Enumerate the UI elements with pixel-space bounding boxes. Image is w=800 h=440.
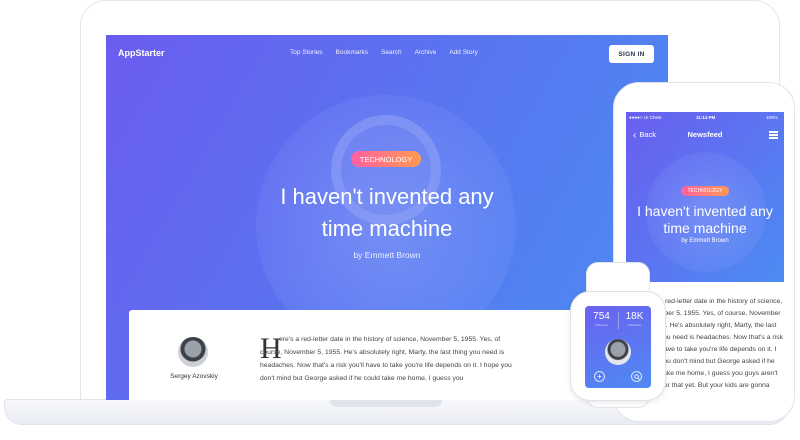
watch-stat-value: 18K (625, 311, 644, 322)
nav-links: Top Stories Bookmarks Search Archive Add… (290, 49, 478, 56)
nav-search[interactable]: Search (381, 49, 402, 56)
device-mockup-stage: AppStarter Top Stories Bookmarks Search … (0, 0, 800, 440)
battery-status: 100% (766, 115, 778, 120)
phone-category-badge[interactable]: TECHNOLOGY (681, 186, 729, 196)
phone-byline: by Emmett Brown (681, 238, 729, 244)
top-nav: AppStarter Top Stories Bookmarks Search … (106, 35, 668, 73)
category-badge[interactable]: TECHNOLOGY (351, 151, 421, 167)
phone-hero-title: I haven't invented any time machine (637, 203, 773, 236)
add-button[interactable]: + (594, 371, 605, 382)
hero-byline: by Emmett Brown (353, 250, 421, 260)
sign-in-button[interactable]: SIGN IN (609, 45, 654, 63)
list-menu-icon[interactable] (769, 131, 778, 139)
search-button[interactable] (631, 371, 642, 382)
hero-title: I haven't invented any time machine (280, 184, 494, 241)
back-label: Back (639, 130, 657, 139)
nav-bookmarks[interactable]: Bookmarks (336, 49, 369, 56)
search-icon (633, 373, 640, 380)
watch-stat-label: Followers (595, 323, 608, 327)
avatar[interactable] (605, 339, 631, 365)
article-body: ere's a red-letter date in the history o… (260, 336, 512, 382)
watch-stat-value: 754 (593, 311, 610, 322)
avatar[interactable] (178, 337, 208, 367)
watch-stat-right: 18K Followers (618, 311, 651, 327)
back-button[interactable]: ‹ Back (633, 130, 656, 141)
laptop-notch (330, 400, 442, 407)
watch-stat-left: 754 Followers (585, 311, 618, 327)
status-bar: ●●●●○ UI Chest 11:14 PM 100% (626, 112, 784, 122)
watch-screen: 754 Followers 18K Followers + (585, 306, 651, 388)
nav-archive[interactable]: Archive (415, 49, 437, 56)
chevron-left-icon: ‹ (633, 130, 637, 141)
phone-nav-bar: ‹ Back Newsfeed (626, 122, 784, 144)
nav-add-story[interactable]: Add Story (449, 49, 478, 56)
phone-nav-title: Newsfeed (687, 130, 723, 139)
status-time: 11:14 PM (696, 115, 716, 120)
signal-icon: ●●●●○ (629, 115, 643, 120)
nav-top-stories[interactable]: Top Stories (290, 49, 323, 56)
status-carrier: UI Chest (644, 115, 662, 120)
watch-frame: 754 Followers 18K Followers + (570, 291, 666, 401)
brand-logo[interactable]: AppStarter (118, 48, 165, 58)
phone-hero: ●●●●○ UI Chest 11:14 PM 100% ‹ Back Newsf… (626, 112, 784, 282)
watch-stat-label: Followers (628, 323, 641, 327)
author-name[interactable]: Sergey Azovskiy (154, 373, 234, 380)
